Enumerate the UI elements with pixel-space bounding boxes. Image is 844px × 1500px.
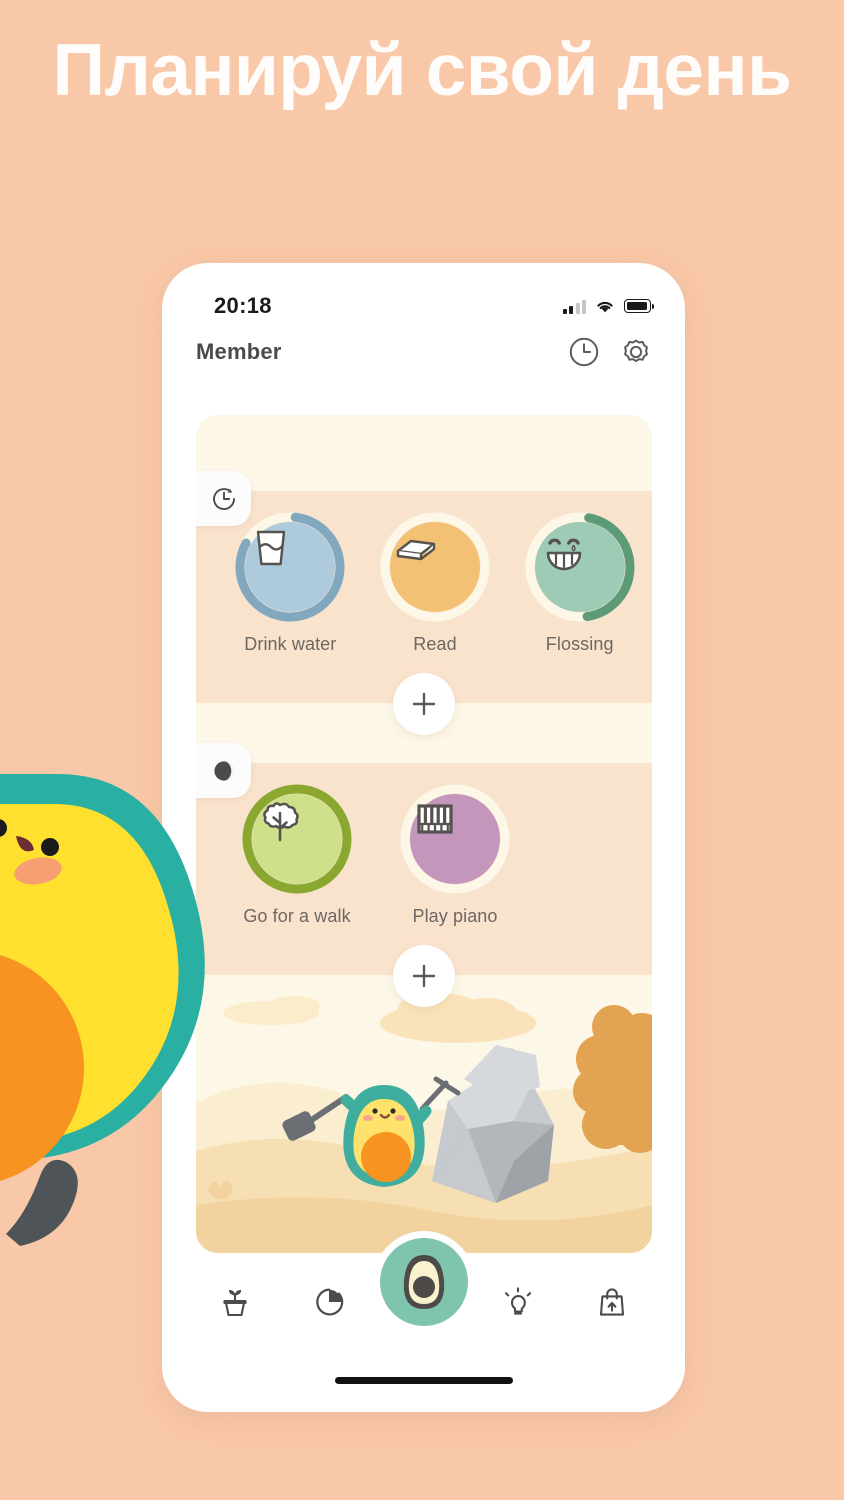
nav-item-home-fab[interactable]: [372, 1231, 475, 1333]
nav-item-statistics[interactable]: [297, 1285, 361, 1319]
habit-play-piano[interactable]: Play piano: [376, 783, 534, 927]
plus-icon: [412, 964, 436, 988]
habit-disc: [245, 522, 336, 612]
section-badge-morning[interactable]: [196, 471, 251, 526]
habit-ring[interactable]: [524, 511, 636, 623]
page-title: Member: [196, 339, 282, 364]
habit-label: Play piano: [412, 906, 498, 926]
status-bar: 20:18: [162, 263, 685, 329]
cellular-signal-icon: [562, 299, 586, 314]
shopping-bag-icon: [599, 1288, 624, 1316]
home-indicator: [334, 1377, 513, 1384]
habit-ring[interactable]: [379, 511, 491, 623]
add-habit-button-morning[interactable]: [393, 673, 455, 735]
habit-flossing[interactable]: Flossing: [507, 511, 652, 655]
habit-ring[interactable]: [399, 783, 511, 895]
habit-disc: [252, 794, 342, 884]
fab-circle: [379, 1238, 468, 1326]
habit-ring[interactable]: [234, 511, 346, 623]
status-icons: [562, 299, 654, 314]
plant-pot-icon: [223, 1289, 247, 1317]
avocado-icon: [403, 1255, 444, 1309]
add-habit-button-evening[interactable]: [393, 945, 455, 1007]
habit-read[interactable]: Read: [363, 511, 508, 655]
avocado-mascot: [0, 768, 248, 1273]
habit-label: Read: [413, 634, 457, 654]
avocado-mining-scene: [196, 975, 652, 1253]
habit-ring[interactable]: [241, 783, 353, 895]
piano-icon: [417, 804, 453, 834]
clock-icon: [212, 487, 235, 510]
gear-icon[interactable]: [619, 335, 653, 369]
app-bar-actions: [567, 335, 653, 369]
habit-label: Flossing: [545, 634, 614, 654]
avocado-mascot-illustration: [0, 774, 205, 1246]
clock-icon[interactable]: [567, 335, 601, 369]
promo-screenshot: Планируй свой день 20:18 Member Drink wa…: [0, 0, 844, 1500]
habit-disc: [534, 522, 625, 612]
lightbulb-icon: [504, 1287, 531, 1315]
teeth-smile-icon: [546, 538, 581, 571]
app-bar: Member: [162, 325, 685, 379]
battery-icon: [624, 299, 654, 313]
status-time: 20:18: [214, 293, 272, 318]
habit-disc: [390, 522, 480, 612]
pie-chart-icon: [316, 1288, 344, 1316]
promo-headline: Планируй свой день: [52, 30, 792, 111]
bottom-nav: [162, 1231, 685, 1412]
scene-illustration: [196, 975, 652, 1253]
book-icon: [396, 539, 436, 561]
habit-row-evening: Go for a walk Play piano: [196, 783, 652, 927]
water-glass-icon: [257, 530, 286, 566]
habit-disc: [410, 794, 500, 884]
habit-label: Drink water: [244, 634, 337, 654]
habit-row-morning: Drink water Read Flossing: [196, 511, 652, 655]
wifi-icon: [597, 301, 613, 312]
habit-drink-water[interactable]: Drink water: [218, 511, 363, 655]
nav-item-garden[interactable]: [203, 1285, 267, 1319]
nav-item-shop[interactable]: [580, 1285, 644, 1319]
habits-card: Drink water Read Flossing Go for a walk …: [196, 415, 652, 1253]
plus-icon: [412, 692, 436, 716]
tree-icon: [263, 802, 299, 842]
nav-item-tips[interactable]: [486, 1285, 550, 1319]
